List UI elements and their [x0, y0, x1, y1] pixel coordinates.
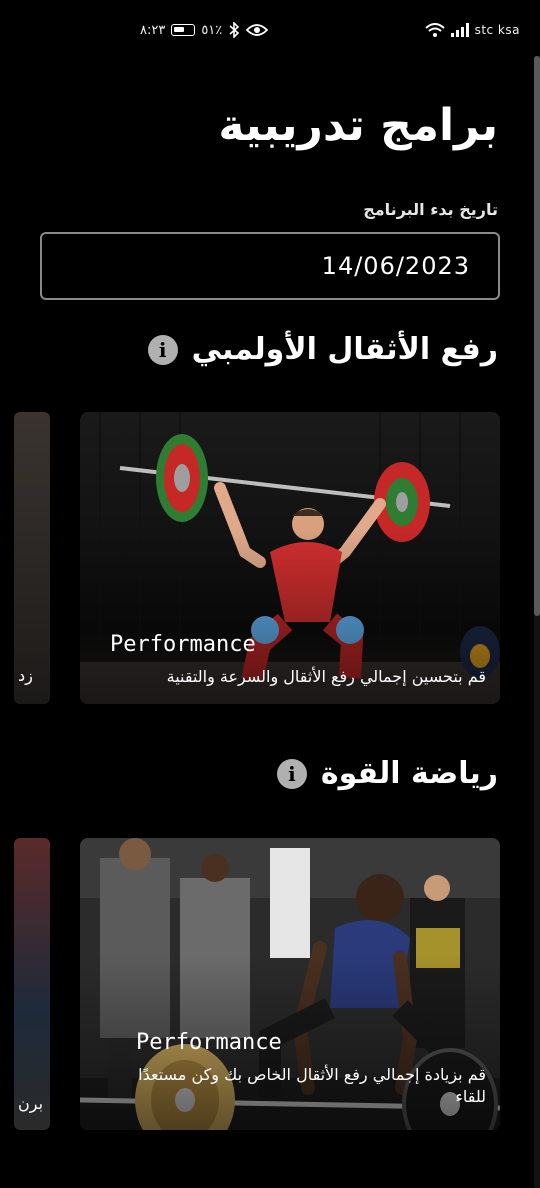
info-icon[interactable]: i — [276, 758, 307, 789]
start-date-value: 14/06/2023 — [321, 252, 470, 280]
battery-level: ٥١٪ — [201, 22, 223, 38]
section-header-olympic-lifting: رفع الأثقال الأولمبي i — [147, 332, 498, 367]
program-card-olympic-lifting[interactable]: Performance قم بتحسين إجمالي رفع الأثقال… — [80, 412, 500, 704]
peek-card-left[interactable]: زد — [14, 412, 50, 704]
info-icon[interactable]: i — [147, 334, 178, 365]
status-right: stc ksa — [424, 23, 520, 37]
bluetooth-icon — [229, 22, 240, 38]
peek-card-text: برن — [18, 1094, 44, 1113]
eye-icon — [246, 24, 269, 36]
card-overlay — [80, 412, 500, 704]
section-header-strength-sport: رياضة القوة i — [276, 756, 498, 791]
card-description: قم بزيادة إجمالي رفع الأثقال الخاص بك وك… — [138, 1065, 486, 1106]
peek-card-text: زد — [18, 666, 33, 685]
main-content: برامج تدريبية تاريخ بدء البرنامج 14/06/2… — [0, 60, 540, 1188]
program-card-strength-sport[interactable]: Performance قم بزيادة إجمالي رفع الأثقال… — [80, 838, 500, 1130]
card-description: قم بتحسين إجمالي رفع الأثقال والسرعة وال… — [166, 667, 486, 686]
start-date-field[interactable]: 14/06/2023 — [40, 232, 500, 300]
peek-card-left[interactable]: برن — [14, 838, 50, 1130]
page-title: برامج تدريبية — [218, 100, 498, 151]
start-date-label: تاريخ بدء البرنامج — [363, 200, 498, 219]
carrier-name: stc ksa — [474, 23, 520, 37]
card-tag: Performance — [136, 1030, 282, 1055]
clock: ٨:٢٣ — [140, 22, 166, 38]
status-bar: ٨:٢٣ ٥١٪ stc ksa — [0, 0, 540, 60]
card-tag: Performance — [110, 632, 256, 657]
wifi-icon — [424, 23, 445, 37]
signal-icon — [450, 23, 469, 37]
battery-icon — [171, 24, 196, 36]
status-left: ٨:٢٣ ٥١٪ — [140, 22, 269, 38]
section-title: رفع الأثقال الأولمبي — [191, 332, 498, 367]
section-title: رياضة القوة — [320, 756, 498, 791]
